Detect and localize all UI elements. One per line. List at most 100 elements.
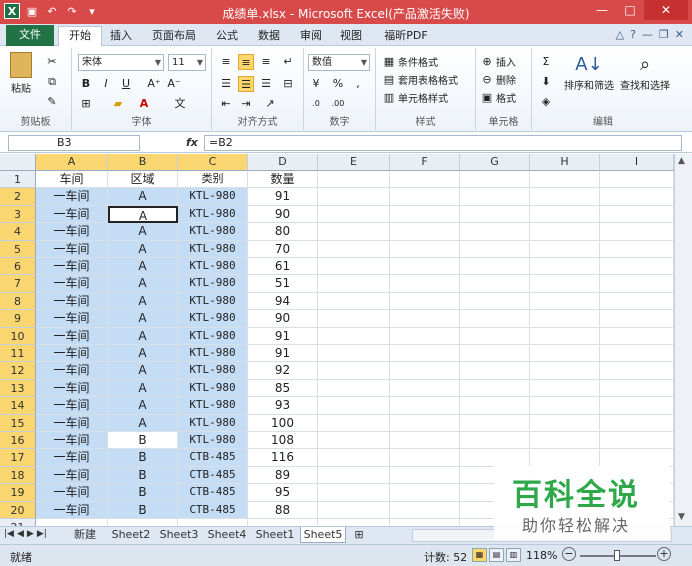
- cell-d9[interactable]: 90: [248, 310, 318, 328]
- cell-d6[interactable]: 61: [248, 258, 318, 276]
- row-header[interactable]: 9: [0, 310, 36, 328]
- row-header[interactable]: 3: [0, 205, 36, 224]
- row-header[interactable]: 6: [0, 258, 36, 276]
- phonetic-icon[interactable]: 文: [172, 96, 188, 112]
- cell-e19[interactable]: [318, 484, 390, 502]
- tab-formulas[interactable]: 公式: [210, 27, 244, 46]
- cell-g16[interactable]: [460, 432, 530, 450]
- cell-d2[interactable]: 91: [248, 188, 318, 206]
- page-break-view-icon[interactable]: ▥: [506, 548, 521, 562]
- cell-b1[interactable]: 区域: [108, 171, 178, 189]
- cell-i1[interactable]: [600, 171, 674, 189]
- cell-d18[interactable]: 89: [248, 466, 318, 485]
- cell-i8[interactable]: [600, 292, 674, 311]
- cell-a3[interactable]: 一车间: [36, 205, 108, 224]
- cell-f21[interactable]: [390, 519, 460, 526]
- row-header[interactable]: 7: [0, 275, 36, 293]
- cell-i12[interactable]: [600, 362, 674, 380]
- row-header[interactable]: 12: [0, 362, 36, 380]
- cell-a11[interactable]: 一车间: [36, 345, 108, 363]
- last-sheet-icon[interactable]: ▶|: [37, 529, 47, 539]
- cell-f20[interactable]: [390, 501, 460, 519]
- cell-i14[interactable]: [600, 397, 674, 415]
- sheet-tab-sheet2[interactable]: Sheet2: [108, 527, 154, 543]
- cell-b18[interactable]: B: [108, 466, 178, 485]
- cell-h15[interactable]: [530, 414, 600, 432]
- cell-e2[interactable]: [318, 188, 390, 206]
- cell-f13[interactable]: [390, 379, 460, 398]
- cell-d7[interactable]: 51: [248, 275, 318, 293]
- cell-i11[interactable]: [600, 345, 674, 363]
- cell-g4[interactable]: [460, 223, 530, 241]
- sheet-tab-sheet5[interactable]: Sheet5: [300, 527, 346, 543]
- zoom-level[interactable]: 118%: [526, 549, 557, 562]
- cell-f5[interactable]: [390, 240, 460, 258]
- column-header-a[interactable]: A: [36, 154, 108, 171]
- cell-d1[interactable]: 数量: [248, 171, 318, 189]
- cell-b16[interactable]: B: [108, 432, 178, 450]
- cell-g17[interactable]: [460, 449, 530, 467]
- cell-i9[interactable]: [600, 310, 674, 328]
- cell-b12[interactable]: A: [108, 362, 178, 380]
- cell-e14[interactable]: [318, 397, 390, 415]
- number-format-combo[interactable]: 数值 ▼: [308, 54, 370, 71]
- cell-g8[interactable]: [460, 292, 530, 311]
- cell-f4[interactable]: [390, 223, 460, 241]
- row-header[interactable]: 17: [0, 449, 36, 467]
- cell-d14[interactable]: 93: [248, 397, 318, 415]
- align-center-icon[interactable]: ☰: [238, 76, 254, 92]
- cell-b6[interactable]: A: [108, 258, 178, 276]
- cell-e9[interactable]: [318, 310, 390, 328]
- cell-h2[interactable]: [530, 188, 600, 206]
- cell-f19[interactable]: [390, 484, 460, 502]
- cell-i15[interactable]: [600, 414, 674, 432]
- row-header[interactable]: 21: [0, 519, 36, 526]
- maximize-button[interactable]: □: [616, 0, 644, 20]
- sort-filter-button[interactable]: A↓ 排序和筛选: [564, 54, 614, 92]
- cell-f12[interactable]: [390, 362, 460, 380]
- cell-f9[interactable]: [390, 310, 460, 328]
- cell-e4[interactable]: [318, 223, 390, 241]
- cell-b4[interactable]: A: [108, 223, 178, 241]
- cell-g14[interactable]: [460, 397, 530, 415]
- cell-i3[interactable]: [600, 205, 674, 224]
- cell-b7[interactable]: A: [108, 275, 178, 293]
- insert-cells-button[interactable]: ⊕ 插入: [480, 54, 516, 69]
- sheet-tab-sheet3[interactable]: Sheet3: [156, 527, 202, 543]
- sheet-tab-new[interactable]: 新建: [64, 527, 106, 543]
- italic-button[interactable]: I: [98, 76, 114, 92]
- row-header[interactable]: 14: [0, 397, 36, 415]
- cell-h9[interactable]: [530, 310, 600, 328]
- cell-c21[interactable]: [178, 519, 248, 526]
- cell-f8[interactable]: [390, 292, 460, 311]
- cell-f2[interactable]: [390, 188, 460, 206]
- formula-input[interactable]: =B2: [204, 135, 682, 151]
- cell-e21[interactable]: [318, 519, 390, 526]
- cell-h17[interactable]: [530, 449, 600, 467]
- cell-g13[interactable]: [460, 379, 530, 398]
- cell-g2[interactable]: [460, 188, 530, 206]
- cell-c2[interactable]: KTL-980: [178, 188, 248, 206]
- cell-d4[interactable]: 80: [248, 223, 318, 241]
- cell-f11[interactable]: [390, 345, 460, 363]
- select-all-corner[interactable]: [0, 154, 36, 171]
- fill-color-icon[interactable]: ▰: [110, 96, 126, 112]
- cell-f17[interactable]: [390, 449, 460, 467]
- cell-a18[interactable]: 一车间: [36, 466, 108, 485]
- cell-e18[interactable]: [318, 466, 390, 485]
- percent-icon[interactable]: %: [330, 76, 346, 92]
- fill-icon[interactable]: ⬇: [538, 74, 554, 90]
- orientation-icon[interactable]: ↗: [262, 96, 278, 112]
- font-color-icon[interactable]: A: [136, 96, 152, 112]
- cell-h16[interactable]: [530, 432, 600, 450]
- column-header-g[interactable]: G: [460, 154, 530, 171]
- cell-g9[interactable]: [460, 310, 530, 328]
- cell-a15[interactable]: 一车间: [36, 414, 108, 432]
- decrease-font-icon[interactable]: A⁻: [166, 76, 182, 92]
- cell-c12[interactable]: KTL-980: [178, 362, 248, 380]
- cell-i6[interactable]: [600, 258, 674, 276]
- align-bottom-icon[interactable]: ≡: [258, 54, 274, 70]
- cell-a10[interactable]: 一车间: [36, 327, 108, 345]
- cell-c1[interactable]: 类别: [178, 171, 248, 189]
- cell-d19[interactable]: 95: [248, 484, 318, 502]
